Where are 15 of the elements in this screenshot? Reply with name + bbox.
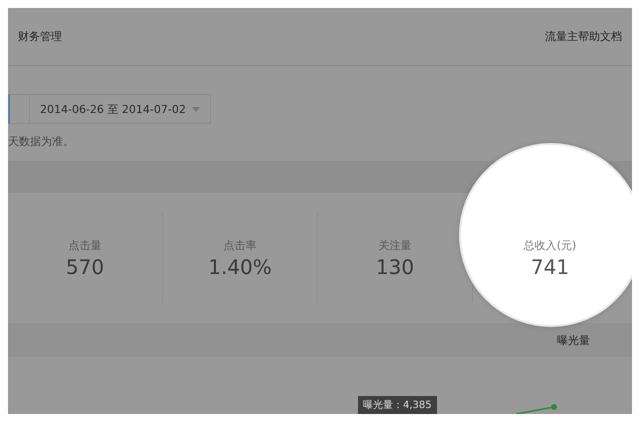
nav-link[interactable]: 财务管理 [18, 29, 62, 44]
help-link[interactable]: 流量主帮助文档 [545, 29, 622, 44]
chart-tooltip: 曝光量：4,385 [358, 396, 437, 414]
stat-value: 570 [66, 254, 104, 278]
date-range-select[interactable]: 2014-06-26 至 2014-07-02 [30, 94, 211, 124]
stat-label: 总收入(元) [524, 238, 576, 252]
note-text: 天数据为准。 [8, 134, 74, 149]
stat-label: 关注量 [378, 238, 412, 252]
stat-label: 点击量 [68, 238, 102, 252]
stat-label: 点击率 [223, 238, 256, 252]
stat-value: 130 [376, 254, 414, 278]
stat-value: 741 [530, 254, 570, 278]
stat-value: 1.40% [208, 254, 272, 278]
chart-legend: 曝光量 [557, 332, 590, 348]
caret-icon [192, 106, 200, 112]
